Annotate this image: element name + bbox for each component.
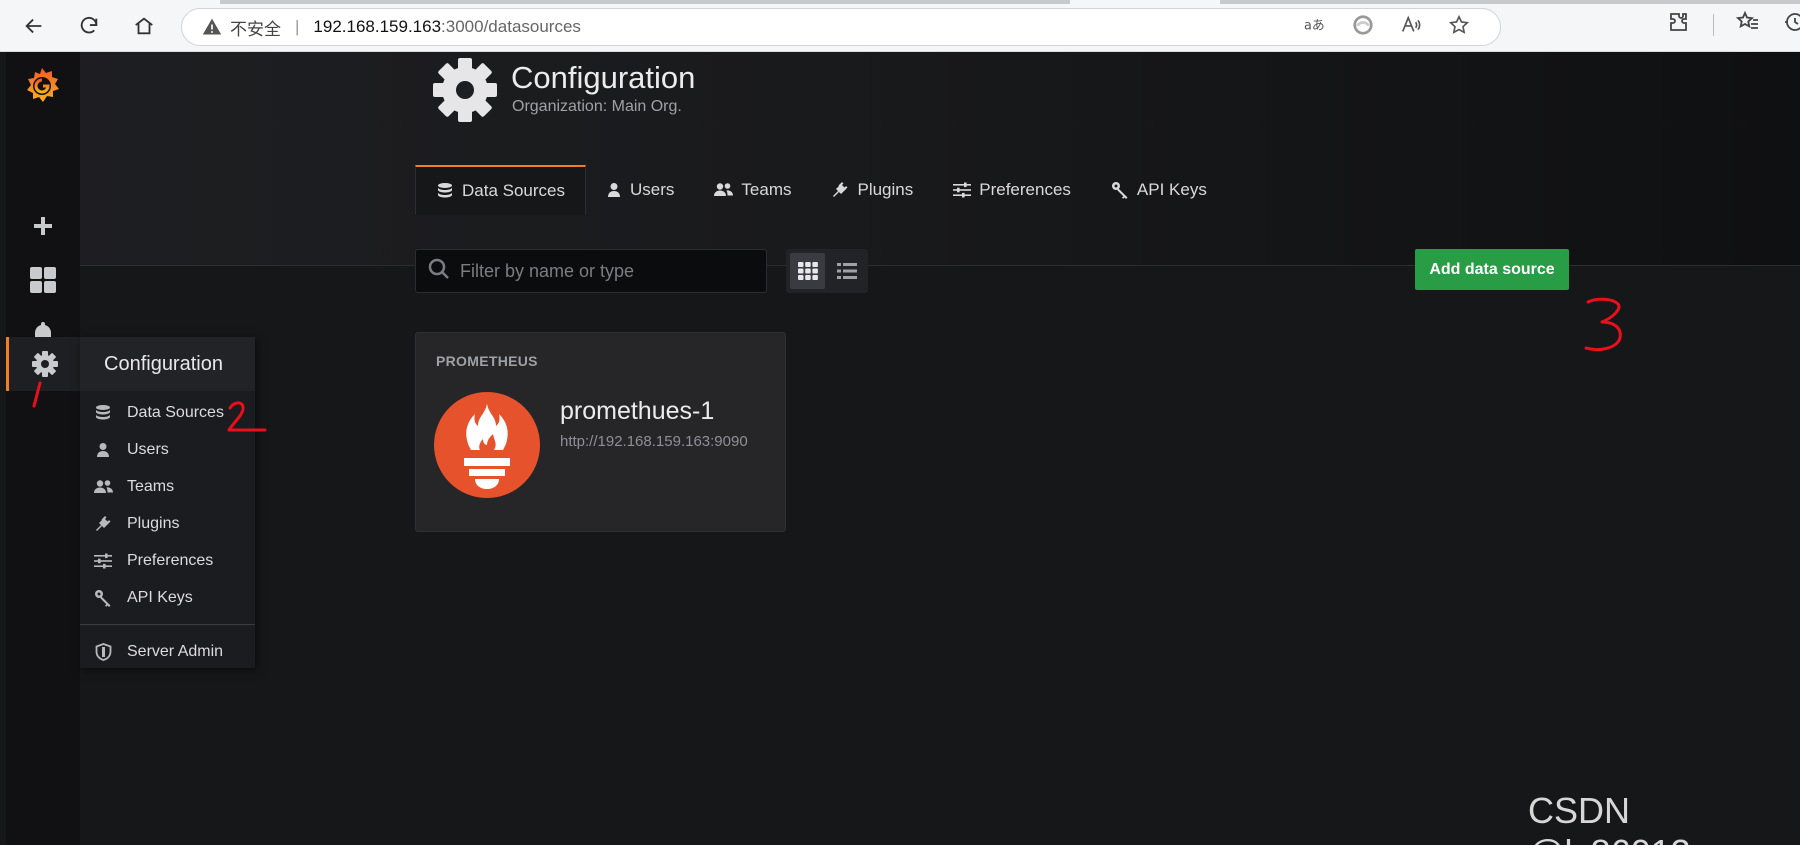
grid-view-button[interactable] [790,253,825,289]
annotation-mark-1: 1 1 [30,380,44,415]
tab-users[interactable]: Users [586,165,694,214]
search-box [415,249,767,293]
warning-icon [202,17,222,37]
page-header-area [6,52,1800,266]
user-icon [606,182,622,198]
annotation-mark-3: 3 [1582,296,1624,359]
flyout-item-label: Plugins [127,514,180,532]
extensions-icon[interactable] [1667,10,1691,39]
gear-icon [31,351,58,377]
datasource-type: PROMETHEUS [436,353,538,369]
datasource-url: http://192.168.159.163:9090 [560,433,748,450]
users-icon [714,182,734,198]
flyout-item-label: Preferences [127,551,214,569]
flyout-divider [80,624,255,625]
annotation-mark-2: 2 [226,400,268,439]
configuration-flyout: Configuration Data Sources Users Teams P… [80,337,255,668]
datasource-name: promethues-1 [560,397,715,425]
page-title: Configuration [511,60,696,95]
tab-plugins[interactable]: Plugins [811,165,933,214]
flyout-item-label: Data Sources [127,403,224,421]
list-view-button[interactable] [829,253,864,289]
flyout-item-label: Users [127,440,169,458]
back-button[interactable] [18,10,50,42]
dashboards-menu[interactable] [6,253,80,307]
page-subtitle: Organization: Main Org. [512,98,682,115]
reload-button[interactable] [73,10,105,42]
flyout-item-preferences[interactable]: Preferences [80,542,255,579]
history-icon[interactable] [1782,10,1800,39]
insecure-label: 不安全 [230,19,281,40]
shield-icon [93,642,113,661]
address-separator: | [295,17,300,36]
translate-icon[interactable]: aあ [1304,16,1326,39]
side-menu [6,52,80,845]
sliders-icon [953,182,972,198]
search-input[interactable] [460,260,750,282]
list-view-icon [836,263,857,279]
tab-label: Users [630,179,675,199]
layout-toggle [786,249,868,293]
key-icon [93,589,113,607]
reload-icon [80,16,98,34]
create-menu[interactable] [6,199,80,253]
watermark: CSDN @lx86013 [1528,790,1691,845]
home-icon [135,17,153,35]
arrow-left-icon [25,18,42,34]
plug-icon [93,515,113,533]
url-path: :3000/datasources [441,17,581,36]
favorites-icon[interactable] [1735,10,1760,39]
tab-data-sources[interactable]: Data Sources [415,165,586,215]
database-icon [436,182,454,200]
flyout-item-label: Server Admin [127,642,224,660]
plug-icon [831,181,849,199]
toolbar-separator [1713,13,1714,36]
page-gear-icon [430,55,500,125]
grid-view-icon [797,262,818,280]
prometheus-logo-icon [434,392,540,498]
edge-icon[interactable] [1352,14,1374,41]
flyout-item-server-admin[interactable]: Server Admin [80,633,255,670]
search-icon [428,258,450,285]
key-icon [1111,181,1129,199]
read-aloud-icon[interactable] [1400,14,1422,41]
datasource-card[interactable]: PROMETHEUS promethues-1 http://192.168.1… [415,332,786,532]
flyout-item-label: Teams [127,477,175,495]
config-tabs: Data Sources Users Teams Plugins Prefere… [415,165,1227,215]
flyout-title[interactable]: Configuration [80,337,255,391]
tab-label: Plugins [857,179,914,199]
address-tools: aあ [1304,9,1470,45]
flyout-item-label: API Keys [127,588,193,606]
tab-strip-edge [1220,0,1800,4]
browser-tools [1667,10,1800,39]
tab-label: Data Sources [462,180,565,200]
home-button[interactable] [128,10,160,42]
address-bar[interactable]: 不安全 | 192.168.159.163:3000/datasources a… [181,8,1501,46]
tab-preferences[interactable]: Preferences [933,165,1091,214]
grafana-logo-icon[interactable] [20,64,64,108]
tab-label: API Keys [1136,179,1207,199]
tab-label: Teams [741,179,792,199]
url-host: 192.168.159.163 [313,17,442,36]
tab-label: Preferences [979,179,1071,199]
dashboard-grid-icon [30,267,56,293]
sliders-icon [93,553,113,569]
tab-strip-edge [220,0,1070,4]
browser-toolbar: 不安全 | 192.168.159.163:3000/datasources a… [0,0,1800,52]
users-icon [93,479,113,495]
tab-teams[interactable]: Teams [694,165,811,214]
database-icon [93,404,113,422]
add-data-source-button[interactable]: Add data source [1415,249,1569,290]
user-icon [93,442,113,458]
favorite-star-icon[interactable] [1448,14,1470,41]
svg-text:aあ: aあ [1304,18,1325,33]
flyout-item-api-keys[interactable]: API Keys [80,579,255,616]
flyout-item-teams[interactable]: Teams [80,468,255,505]
plus-icon [34,217,52,235]
tab-api-keys[interactable]: API Keys [1091,165,1227,214]
flyout-item-plugins[interactable]: Plugins [80,505,255,542]
